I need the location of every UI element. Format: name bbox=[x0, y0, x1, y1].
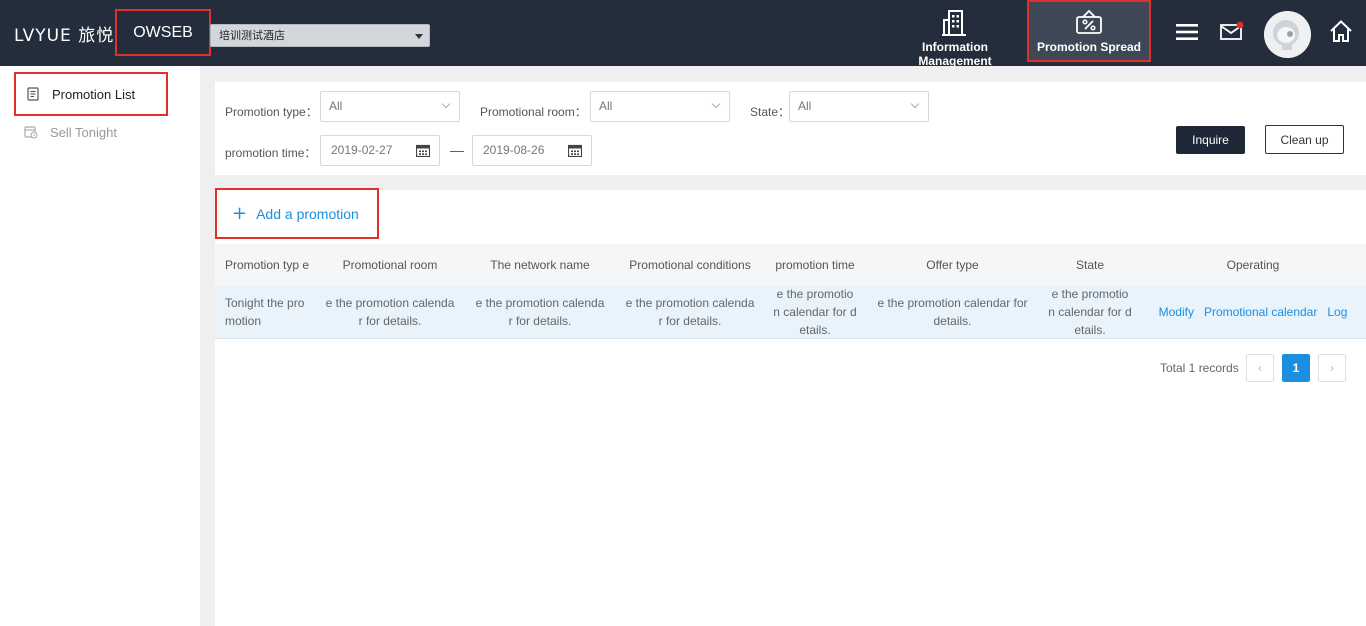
modify-link[interactable]: Modify bbox=[1159, 303, 1194, 321]
chevron-down-icon bbox=[910, 99, 920, 109]
nav-promotion-label: Promotion Spread bbox=[1036, 40, 1141, 54]
avatar[interactable] bbox=[1264, 11, 1311, 58]
column-header: promotion time bbox=[775, 258, 855, 272]
document-icon bbox=[27, 87, 39, 101]
cell-promotional-room: e the promotion calenda r for details. bbox=[325, 296, 455, 328]
cell-state: e the promotio n calendar for d etails. bbox=[1048, 287, 1132, 337]
top-bar: LVYUE 旅悦 OWSEB 培训测试酒店 Information Manage… bbox=[0, 0, 1366, 68]
promotion-type-label: Promotion type： bbox=[225, 105, 318, 119]
nav-promotion-spread[interactable]: Promotion Spread bbox=[1027, 0, 1151, 62]
next-page-button[interactable]: › bbox=[1318, 354, 1346, 382]
log-link[interactable]: Log bbox=[1327, 303, 1347, 321]
hotel-select-value: 培训测试酒店 bbox=[219, 29, 285, 42]
cell-network-name: e the promotion calenda r for details. bbox=[475, 296, 605, 328]
hotel-select[interactable]: 培训测试酒店 bbox=[210, 24, 430, 47]
sidebar-item-label: Promotion List bbox=[52, 86, 136, 102]
promotional-calendar-link[interactable]: Promotional calendar bbox=[1204, 303, 1317, 321]
ticket-percent-icon bbox=[1076, 9, 1102, 34]
date-to-value: 2019-08-26 bbox=[483, 143, 545, 157]
add-promotion-label: Add a promotion bbox=[256, 205, 359, 222]
sidebar-item-sell-tonight[interactable]: Sell Tonight bbox=[14, 110, 168, 154]
pagination: Total 1 records ‹ 1 › bbox=[215, 354, 1366, 382]
cell-offer-type: e the promotion calendar for details. bbox=[877, 296, 1028, 328]
inquire-button[interactable]: Inquire bbox=[1176, 126, 1245, 154]
column-header: Operating bbox=[1226, 258, 1280, 272]
mail-icon[interactable] bbox=[1219, 19, 1245, 45]
main-content: + Add a promotion Promotion typ e Promot… bbox=[215, 188, 1366, 626]
calendar-icon bbox=[568, 144, 582, 157]
page-number-button[interactable]: 1 bbox=[1282, 354, 1310, 382]
chevron-left-icon: ‹ bbox=[1258, 361, 1262, 375]
promotion-time-label: promotion time： bbox=[225, 146, 317, 160]
brand-label: OWSEB bbox=[133, 23, 193, 41]
chevron-down-icon bbox=[441, 99, 451, 109]
date-range-separator: — bbox=[450, 142, 464, 158]
column-header: Promotional room bbox=[342, 258, 438, 272]
state-label: State： bbox=[750, 105, 791, 119]
calendar-clock-icon bbox=[24, 126, 38, 139]
cell-promotional-conditions: e the promotion calenda r for details. bbox=[625, 296, 755, 328]
avatar-image bbox=[1264, 11, 1311, 58]
chevron-right-icon: › bbox=[1330, 361, 1334, 375]
chevron-down-icon bbox=[711, 99, 721, 109]
state-select[interactable]: All bbox=[789, 91, 929, 122]
calendar-icon bbox=[416, 144, 430, 157]
brand-name: OWSEB bbox=[115, 9, 211, 56]
promotion-type-select[interactable]: All bbox=[320, 91, 460, 122]
column-header: Offer type bbox=[926, 258, 979, 272]
total-records: Total 1 records bbox=[1160, 361, 1239, 375]
promotional-room-select[interactable]: All bbox=[590, 91, 730, 122]
clean-up-button[interactable]: Clean up bbox=[1265, 125, 1344, 154]
add-promotion-button[interactable]: + Add a promotion bbox=[215, 188, 379, 239]
promotion-type-value: All bbox=[329, 99, 343, 113]
date-from-input[interactable]: 2019-02-27 bbox=[320, 135, 440, 166]
column-header: Promotion typ e bbox=[225, 258, 310, 272]
nav-information-management[interactable]: Information Management bbox=[884, 0, 1026, 68]
cell-promotion-type: Tonight the pro motion bbox=[225, 296, 305, 328]
logo: LVYUE 旅悦 bbox=[14, 26, 115, 46]
caret-down-icon bbox=[415, 34, 423, 39]
sidebar: Promotion List Sell Tonight bbox=[0, 66, 200, 626]
promotional-room-label: Promotional room： bbox=[480, 105, 587, 119]
state-value: All bbox=[798, 99, 812, 113]
building-icon bbox=[942, 10, 966, 36]
plus-icon: + bbox=[232, 202, 248, 224]
table-row: Tonight the pro motion e the promotion c… bbox=[215, 286, 1366, 339]
column-header: Promotional conditions bbox=[629, 258, 751, 272]
prev-page-button[interactable]: ‹ bbox=[1246, 354, 1274, 382]
date-from-value: 2019-02-27 bbox=[331, 143, 393, 157]
date-to-input[interactable]: 2019-08-26 bbox=[472, 135, 592, 166]
nav-information-label: Information Management bbox=[918, 40, 992, 68]
table-header: Promotion typ e Promotional room The net… bbox=[215, 244, 1366, 286]
cell-operating: Modify Promotional calendar Log bbox=[1140, 286, 1366, 338]
menu-icon[interactable] bbox=[1174, 19, 1200, 45]
promotional-room-value: All bbox=[599, 99, 613, 113]
cell-promotion-time: e the promotio n calendar for d etails. bbox=[773, 287, 857, 337]
column-header: The network name bbox=[490, 258, 590, 272]
sidebar-item-label: Sell Tonight bbox=[50, 124, 117, 140]
column-header: State bbox=[1075, 258, 1105, 272]
home-icon[interactable] bbox=[1328, 18, 1354, 44]
